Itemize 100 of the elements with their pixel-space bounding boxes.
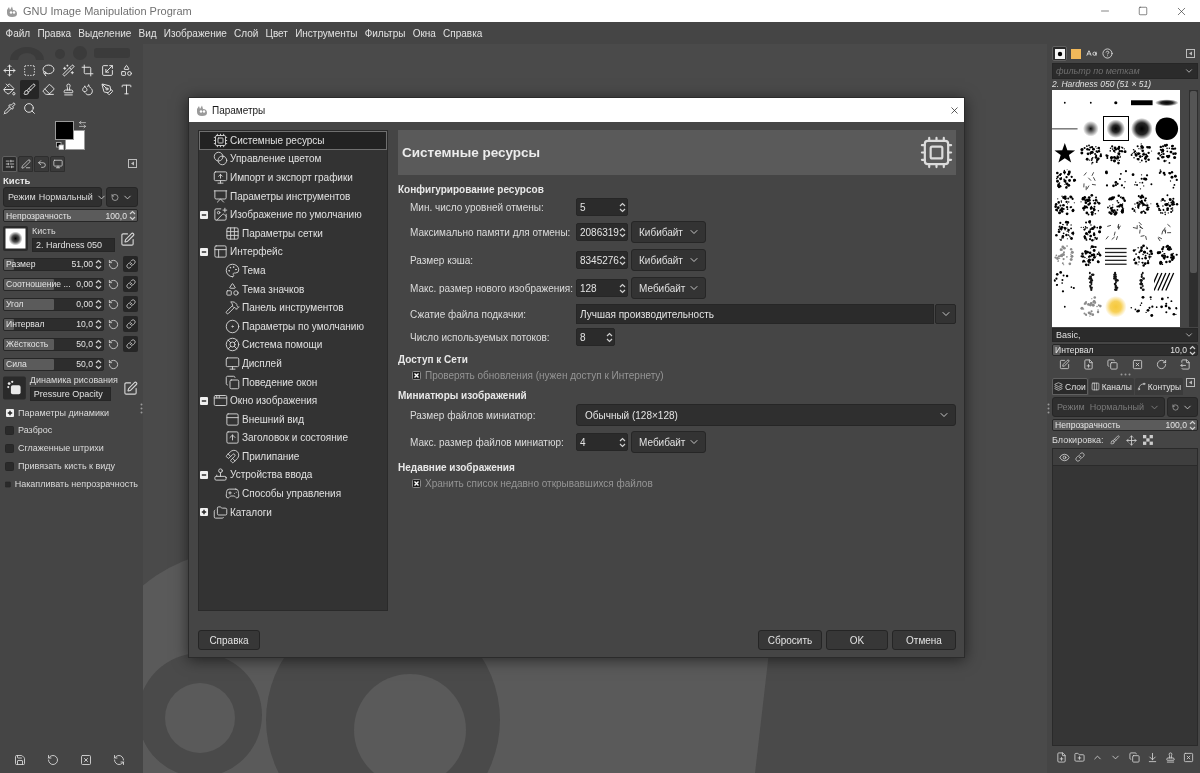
tab-menu-icon[interactable] (128, 159, 137, 168)
mini-swatches-icon[interactable] (56, 142, 64, 150)
scrollbar[interactable] (1189, 90, 1198, 327)
reset-mode-combo[interactable] (106, 187, 138, 207)
spin-arrows-icon[interactable] (95, 338, 102, 350)
tree-item[interactable]: Тема (199, 261, 387, 280)
spin-field[interactable]: 4 (576, 433, 628, 451)
spin-field[interactable]: 5 (576, 198, 628, 216)
dialog-button[interactable]: Отмена (892, 630, 956, 650)
expand-icon[interactable] (200, 508, 208, 517)
tree-item[interactable]: Прилипание (199, 447, 387, 466)
rotate-left-icon[interactable] (47, 754, 59, 766)
dynamics-name-field[interactable]: Pressure Opacity (29, 387, 111, 401)
dock-tab[interactable]: Контуры (1134, 378, 1184, 395)
menu-item[interactable]: Правка (33, 27, 75, 39)
scrollbar-thumb[interactable] (1190, 91, 1197, 273)
rotate-left-icon[interactable] (108, 358, 119, 370)
spin-arrows-icon[interactable] (619, 282, 626, 294)
tab-menu-icon[interactable] (1186, 49, 1195, 58)
tree-item[interactable]: Системные ресурсы (199, 131, 387, 150)
maximize-icon[interactable] (1138, 6, 1148, 16)
menu-item[interactable]: Слой (230, 27, 262, 39)
swap-arrows-icon[interactable] (78, 120, 87, 129)
checkbox[interactable] (5, 443, 14, 453)
file-plus-icon[interactable] (1083, 358, 1094, 370)
unit-combo[interactable]: Мебибайт (631, 431, 706, 453)
spin-arrows-icon[interactable] (619, 226, 626, 238)
menu-item[interactable]: Справка (439, 27, 486, 39)
rotate-left-icon[interactable] (108, 298, 119, 310)
dock-tab[interactable] (1052, 46, 1067, 61)
blob-icon[interactable] (3, 375, 26, 401)
spin-arrows-icon[interactable] (95, 278, 102, 290)
tree-item[interactable]: Окно изображения (199, 391, 387, 410)
x-square-icon[interactable] (1131, 358, 1143, 370)
checkbox[interactable] (5, 461, 14, 471)
tree-item[interactable]: Импорт и экспорт графики (199, 168, 387, 187)
chain-button[interactable] (123, 276, 138, 292)
spin-arrows-icon[interactable] (606, 331, 613, 343)
spin-arrows-icon[interactable] (619, 201, 626, 213)
rotate-left-icon[interactable] (108, 258, 119, 270)
chain-button[interactable] (123, 316, 138, 332)
dialog-button[interactable]: Сбросить (758, 630, 822, 650)
edit-icon[interactable] (123, 381, 138, 396)
tool-button[interactable] (19, 80, 39, 99)
tree-item[interactable]: Интерфейс (199, 242, 387, 262)
file-arrow-icon[interactable] (1180, 358, 1192, 370)
tree-item[interactable]: Параметры по умолчанию (199, 316, 387, 336)
brush-thumbnail[interactable] (1052, 192, 1078, 218)
spacing-slider[interactable]: Интервал 10,0 (1052, 344, 1198, 356)
rotate-left-icon[interactable] (108, 318, 119, 330)
menu-item[interactable]: Инструменты (291, 27, 362, 39)
arrow-down-line-icon[interactable] (1146, 751, 1158, 763)
stamp-icon[interactable] (1165, 751, 1177, 763)
chain-button[interactable] (123, 296, 138, 312)
tree-item[interactable]: Параметры сетки (199, 223, 387, 243)
x-square-icon[interactable] (1183, 751, 1195, 763)
copy-icon[interactable] (1128, 751, 1140, 763)
tree-item[interactable]: Тема значков (199, 279, 387, 299)
edit-icon[interactable] (1058, 358, 1070, 370)
collapse-icon[interactable] (200, 471, 208, 479)
folder-plus-icon[interactable] (1073, 751, 1085, 763)
menu-item[interactable]: Цвет (261, 27, 292, 39)
brush-icon[interactable] (1109, 435, 1120, 445)
spin-arrows-icon[interactable] (619, 254, 626, 266)
brush-name-field[interactable]: 2. Hardness 050 (32, 238, 115, 252)
spin-field[interactable]: 128 (576, 279, 628, 297)
brush-thumbnail[interactable] (1128, 294, 1155, 320)
tree-item[interactable]: Устройства ввода (199, 465, 387, 485)
spin-arrows-icon[interactable] (1189, 344, 1196, 356)
opacity-slider[interactable]: Непрозрачность 100,0 (3, 209, 138, 222)
tree-item[interactable]: Внешний вид (199, 409, 387, 429)
tree-item[interactable]: Способы управления (199, 484, 387, 503)
checkbox[interactable] (412, 478, 421, 488)
brush-thumbnail[interactable] (1103, 294, 1129, 320)
brush-preview-icon[interactable] (3, 226, 28, 251)
expand-icon[interactable] (6, 408, 14, 417)
checkbox[interactable] (412, 370, 421, 380)
close-icon[interactable] (949, 104, 960, 116)
refresh-icon[interactable] (113, 754, 125, 766)
spin-arrows-icon[interactable] (95, 358, 102, 370)
tree-item[interactable]: Каталоги (199, 502, 387, 522)
chain-button[interactable] (123, 256, 138, 272)
brush-thumbnail[interactable] (1052, 268, 1078, 294)
collapse-icon[interactable] (200, 210, 208, 219)
tree-item[interactable]: Система помощи (199, 335, 387, 355)
dialog-button[interactable]: OK (826, 630, 888, 650)
menu-item[interactable]: Вид (134, 27, 161, 39)
unit-combo[interactable]: Кибибайт (631, 221, 706, 243)
unit-combo[interactable]: Мебибайт (631, 277, 706, 299)
menu-item[interactable]: Выделение (74, 27, 135, 39)
brush-thumbnail[interactable] (1103, 115, 1129, 141)
tree-item[interactable]: Управление цветом (199, 149, 387, 169)
spin-arrows-icon[interactable] (95, 298, 102, 310)
combo-entry-field[interactable]: Лучшая производительность (576, 304, 934, 324)
spin-arrows-icon[interactable] (1189, 419, 1196, 431)
save-icon[interactable] (14, 754, 26, 766)
tree-item[interactable]: Панель инструментов (199, 298, 387, 317)
checker-icon[interactable] (1142, 435, 1153, 445)
eye-icon[interactable] (1059, 451, 1070, 463)
value-slider[interactable]: Соотношение ... 0,00 (3, 277, 104, 291)
